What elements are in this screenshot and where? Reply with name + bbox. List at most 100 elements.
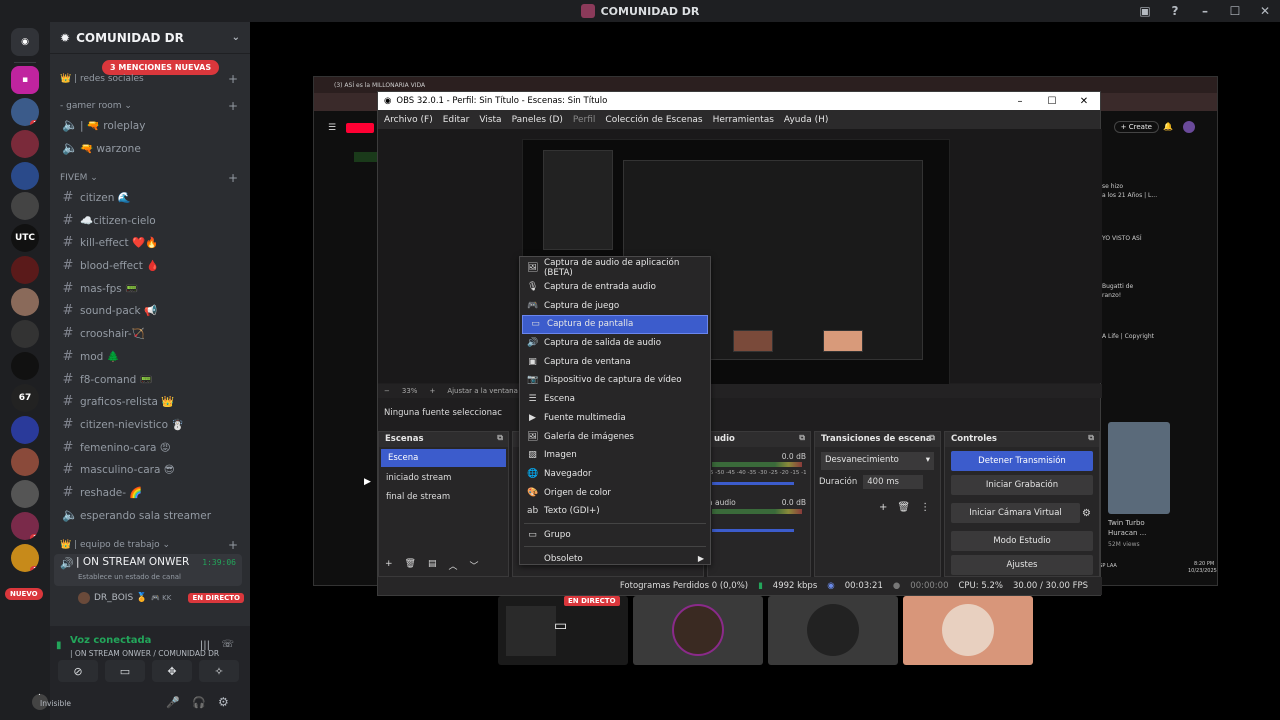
avatar[interactable] [1183,121,1195,133]
server-icon[interactable] [11,288,39,316]
menu-item-obsolete[interactable]: Obsoleto ▶ [520,549,710,568]
stop-stream-button[interactable]: Detener Transmisión [951,451,1093,471]
menu-item-video-capture-device[interactable]: 📷 Dispositivo de captura de vídeo [520,371,710,390]
zoom-in-button[interactable]: + [429,387,435,395]
text-channel[interactable]: # kill-effect ❤️🔥 [62,235,242,250]
menu-item-app-audio-capture[interactable]: 🖼 Captura de audio de aplicación (BETA) [520,258,710,278]
server-icon[interactable] [11,448,39,476]
menu-item-audio-output-capture[interactable]: 🔊 Captura de salida de audio [520,334,710,353]
filters-button[interactable]: ▤ [428,559,437,572]
video-tile-screenshare[interactable]: ▭ EN DIRECTO [498,596,628,665]
add-transition-button[interactable]: + [879,502,887,513]
obs-preview[interactable] [378,129,1102,385]
server-icon[interactable]: 3 [11,98,39,126]
camera-toggle-button[interactable]: ⊘ [58,660,98,682]
server-icon-utc[interactable]: UTC [11,224,39,252]
menu-item-text-gdi[interactable]: ab Texto (GDI+) [520,502,710,521]
text-channel[interactable]: # masculino-cara 😎 [62,462,242,477]
menu-item-image-slideshow[interactable]: 🖼 Galería de imágenes [520,427,710,446]
menu-item-scene[interactable]: ☰ Escena [520,390,710,409]
server-icon[interactable] [11,162,39,190]
fit-window-button[interactable]: Ajustar a la ventana [447,387,518,395]
voice-member[interactable]: DR_BOIS 🏅 🎮 KK EN DIRECTO [78,590,244,606]
menu-item-color-source[interactable]: 🎨 Origen de color [520,483,710,502]
server-icon[interactable] [11,416,39,444]
mentions-badge[interactable]: 3 MENCIONES NUEVAS [102,60,220,75]
remove-scene-button[interactable]: 🗑 [405,559,416,572]
voice-channel-warzone[interactable]: 🔈 🔫 warzone [62,141,242,156]
menu-help[interactable]: Ayuda (H) [784,115,828,125]
menu-item-display-capture[interactable]: ▭ Captura de pantalla [522,315,708,334]
server-icon[interactable] [11,320,39,348]
add-scene-button[interactable]: + [385,559,393,572]
text-channel[interactable]: # citizen 🌊 [62,190,242,205]
scene-item[interactable]: Escena [381,449,506,467]
text-channel[interactable]: # graficos-relista 👑 [62,394,242,409]
soundboard-button[interactable]: ✧ [199,660,239,682]
volume-slider[interactable] [712,482,794,485]
obs-maximize-button[interactable]: ☐ [1036,96,1068,107]
minimize-button[interactable]: – [1190,4,1220,18]
text-channel[interactable]: # blood-effect 🩸 [62,258,242,273]
category-gamer-room[interactable]: - gamer room ⌄ + [60,99,240,113]
gear-icon[interactable]: ⚙ [1082,508,1091,519]
settings-button[interactable]: Ajustes [951,555,1093,575]
server-icon-pink[interactable]: ▪ [11,66,39,94]
channel-status-hint[interactable]: Establece un estado de canal [78,573,181,581]
hamburger-icon[interactable]: ☰ [328,123,336,133]
voice-channel-waiting[interactable]: 🔈 esperando sala streamer [62,508,242,523]
more-options-icon[interactable]: ⋮ [920,502,930,513]
maximize-button[interactable]: ☐ [1220,4,1250,18]
menu-profile[interactable]: Perfil [573,115,596,125]
text-channel[interactable]: # reshade- 🌈 [62,485,242,500]
move-down-button[interactable]: ﹀ [470,559,479,572]
create-button[interactable]: + Create [1113,121,1159,133]
add-channel-icon[interactable]: + [228,99,238,113]
volume-slider[interactable] [712,529,794,532]
play-icon[interactable]: ▶ [364,477,371,487]
server-icon[interactable] [11,352,39,380]
video-tile-user[interactable] [633,596,763,665]
studio-mode-button[interactable]: Modo Estudio [951,531,1093,551]
gear-icon[interactable]: ⚙ [218,695,229,709]
active-voice-channel[interactable]: 🔊 | ON STREAM ONWER 1:39:06 Establece un… [54,554,242,586]
menu-item-audio-input-capture[interactable]: 🎙 Captura de entrada audio [520,278,710,297]
transition-select[interactable]: Desvanecimiento ▾ [821,452,934,470]
virtual-camera-button[interactable]: Iniciar Cámara Virtual [951,503,1081,523]
server-icon[interactable] [11,256,39,284]
video-thumbnail[interactable] [1108,422,1170,514]
help-icon[interactable]: ? [1160,4,1190,18]
menu-item-media-source[interactable]: ▶ Fuente multimedia [520,409,710,428]
text-channel[interactable]: # f8-comand 📟 [62,372,242,387]
category-equipo[interactable]: 👑 | equipo de trabajo ⌄ + [60,538,240,552]
inbox-icon[interactable]: ▣ [1130,4,1160,18]
server-icon[interactable] [11,130,39,158]
screen-share-button[interactable]: ▭ [105,660,145,682]
start-recording-button[interactable]: Iniciar Grabación [951,475,1093,495]
text-channel[interactable]: # sound-pack 📢 [62,303,242,318]
category-redes-sociales[interactable]: 👑 | redes sociales + [60,72,240,86]
menu-item-window-capture[interactable]: ▣ Captura de ventana [520,352,710,371]
text-channel[interactable]: # ☁️citizen-cielo [62,213,242,228]
menu-edit[interactable]: Editar [443,115,470,125]
text-channel[interactable]: # crooshair-🏹 [62,326,242,341]
menu-scene-collection[interactable]: Colección de Escenas [605,115,702,125]
server-icon[interactable]: 3 [11,544,39,572]
text-channel[interactable]: # citizen-nievistico ☃️ [62,417,242,432]
server-header[interactable]: ✹ COMUNIDAD DR ⌄ [50,22,250,54]
move-up-button[interactable]: ︿ [449,559,458,572]
new-badge[interactable]: NUEVO [5,588,43,600]
undock-icon[interactable]: ⧉ [497,433,503,443]
scene-item[interactable]: final de stream [379,488,508,507]
text-channel[interactable]: # mas-fps 📟 [62,281,242,296]
discord-home-icon[interactable]: ◉ [11,28,39,56]
server-icon-67[interactable]: 67 [11,384,39,412]
category-fivem[interactable]: FIVEM ⌄ + [60,171,240,185]
text-channel[interactable]: # femenino-cara 😡 [62,440,242,455]
menu-file[interactable]: Archivo (F) [384,115,433,125]
scene-item[interactable]: iniciado stream [379,469,508,488]
menu-item-group[interactable]: ▭ Grupo [520,526,710,545]
video-tile-user[interactable] [903,596,1033,665]
bell-icon[interactable]: 🔔 [1163,122,1173,131]
undock-icon[interactable]: ⧉ [799,433,805,443]
